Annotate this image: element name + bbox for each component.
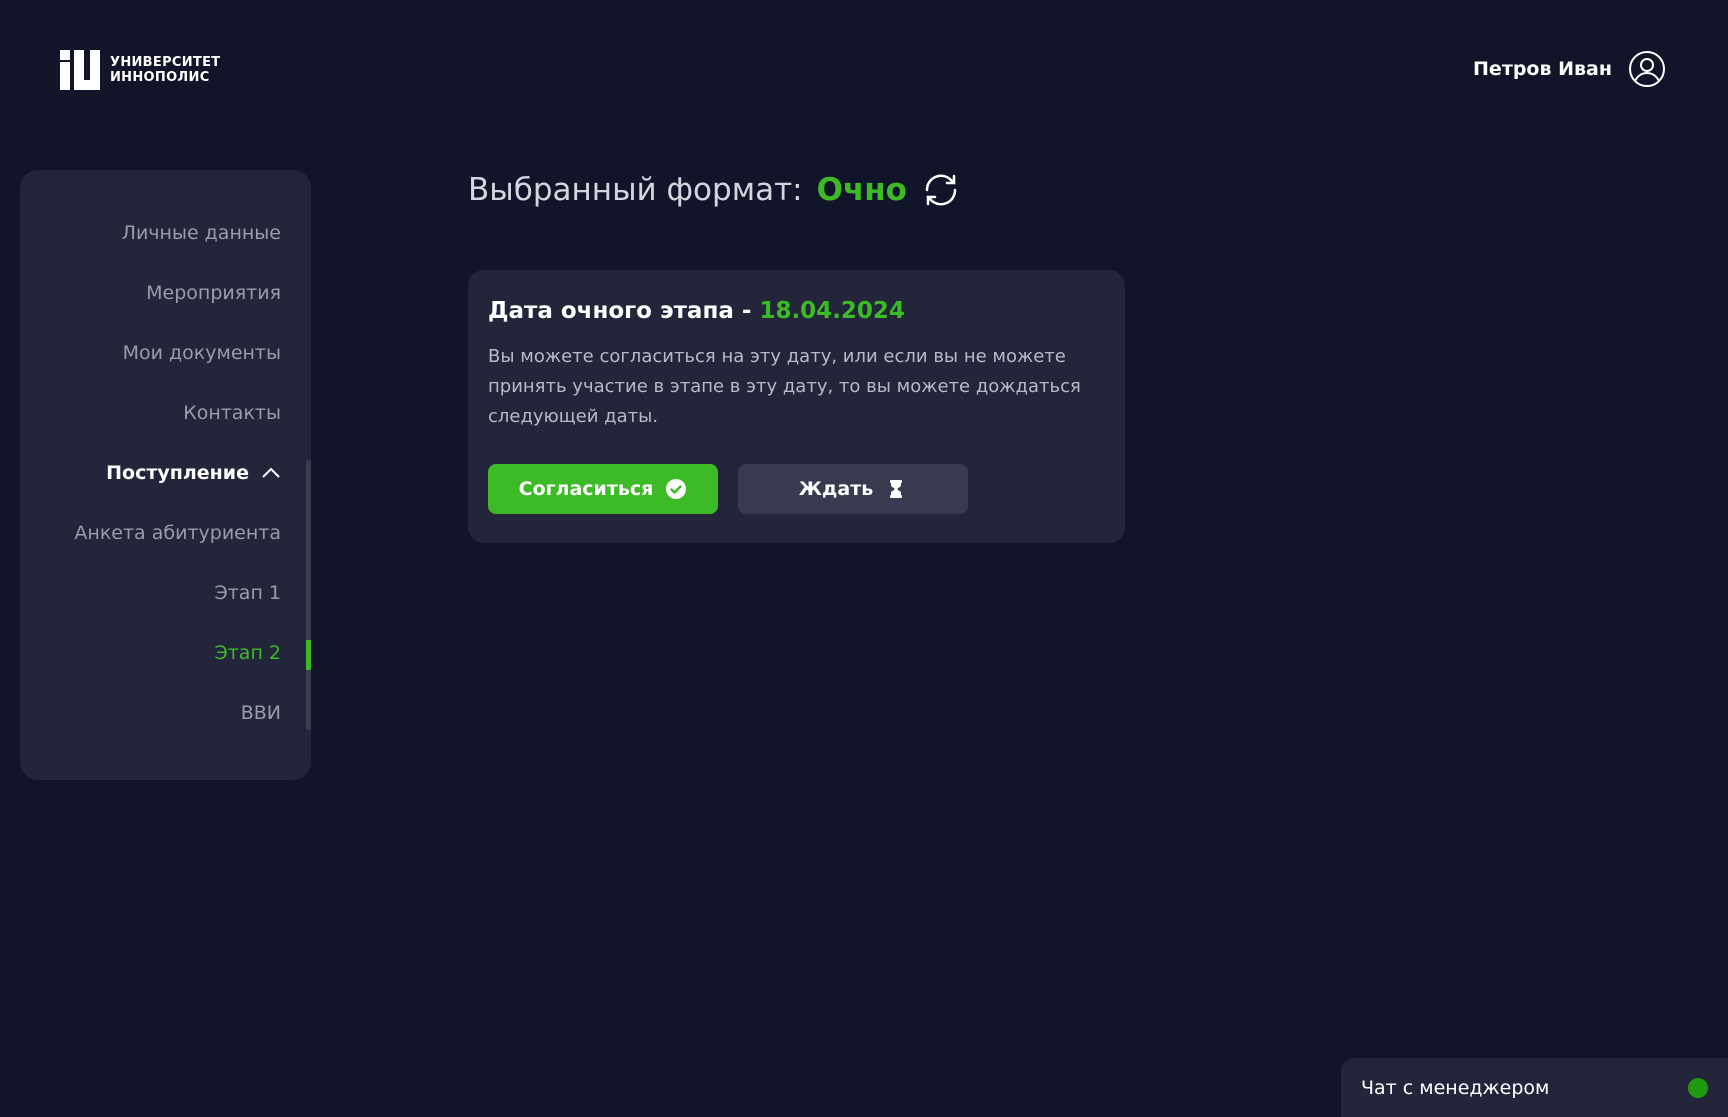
sidebar-item-contacts[interactable]: Контакты — [183, 402, 281, 424]
logo-line-1: УНИВЕРСИТЕТ — [110, 55, 221, 70]
card-actions: Согласиться Ждать — [488, 464, 968, 514]
sidebar-item-stage-1[interactable]: Этап 1 — [214, 582, 281, 604]
card-description: Вы можете согласиться на эту дату, или е… — [488, 346, 1081, 427]
stage-date-card: Дата очного этапа - 18.04.2024 Вы можете… — [468, 270, 1125, 543]
agree-button-label: Согласиться — [518, 478, 654, 500]
page: УНИВЕРСИТЕТ ИННОПОЛИС Петров Иван Личные… — [0, 0, 1728, 1117]
sidebar-item-admission[interactable]: Поступление — [106, 462, 281, 484]
sidebar-item-applicant-form[interactable]: Анкета абитуриента — [74, 522, 281, 544]
sidebar-scrollbar[interactable] — [306, 460, 311, 730]
university-logo[interactable]: УНИВЕРСИТЕТ ИННОПОЛИС — [60, 50, 220, 90]
sidebar-item-admission-label: Поступление — [106, 462, 249, 484]
manager-chat-widget[interactable]: Чат с менеджером — [1341, 1058, 1728, 1117]
online-status-indicator — [1688, 1077, 1708, 1098]
active-item-indicator — [306, 640, 311, 670]
logo-mark-icon — [60, 50, 100, 90]
logo-text: УНИВЕРСИТЕТ ИННОПОЛИС — [110, 55, 220, 85]
user-name: Петров Иван — [1473, 58, 1612, 80]
refresh-icon[interactable] — [921, 170, 961, 210]
user-circle-icon[interactable] — [1628, 50, 1666, 88]
sidebar: Личные данные Мероприятия Мои документы … — [20, 170, 311, 780]
logo-line-2: ИННОПОЛИС — [110, 70, 210, 85]
chevron-up-icon — [262, 467, 280, 478]
sidebar-item-vvi[interactable]: ВВИ — [241, 702, 281, 724]
format-label: Выбранный формат: — [468, 172, 803, 208]
stage-date: 18.04.2024 — [759, 298, 905, 324]
format-value: Очно — [816, 172, 907, 208]
sidebar-item-stage-2[interactable]: Этап 2 — [214, 642, 281, 664]
chat-label: Чат с менеджером — [1361, 1076, 1550, 1099]
hourglass-icon — [890, 480, 903, 498]
user-menu[interactable]: Петров Иван — [1473, 50, 1666, 88]
card-title: Дата очного этапа - 18.04.2024 — [488, 298, 1105, 324]
sidebar-item-my-documents[interactable]: Мои документы — [123, 342, 281, 364]
check-circle-icon — [666, 479, 687, 499]
card-title-prefix: Дата очного этапа - — [488, 298, 760, 324]
sidebar-item-events[interactable]: Мероприятия — [146, 282, 281, 304]
wait-button-label: Ждать — [798, 478, 874, 500]
agree-button[interactable]: Согласиться — [488, 464, 718, 514]
wait-button[interactable]: Ждать — [738, 464, 968, 514]
sidebar-item-personal-data[interactable]: Личные данные — [122, 222, 281, 244]
selected-format: Выбранный формат: Очно — [468, 170, 961, 210]
